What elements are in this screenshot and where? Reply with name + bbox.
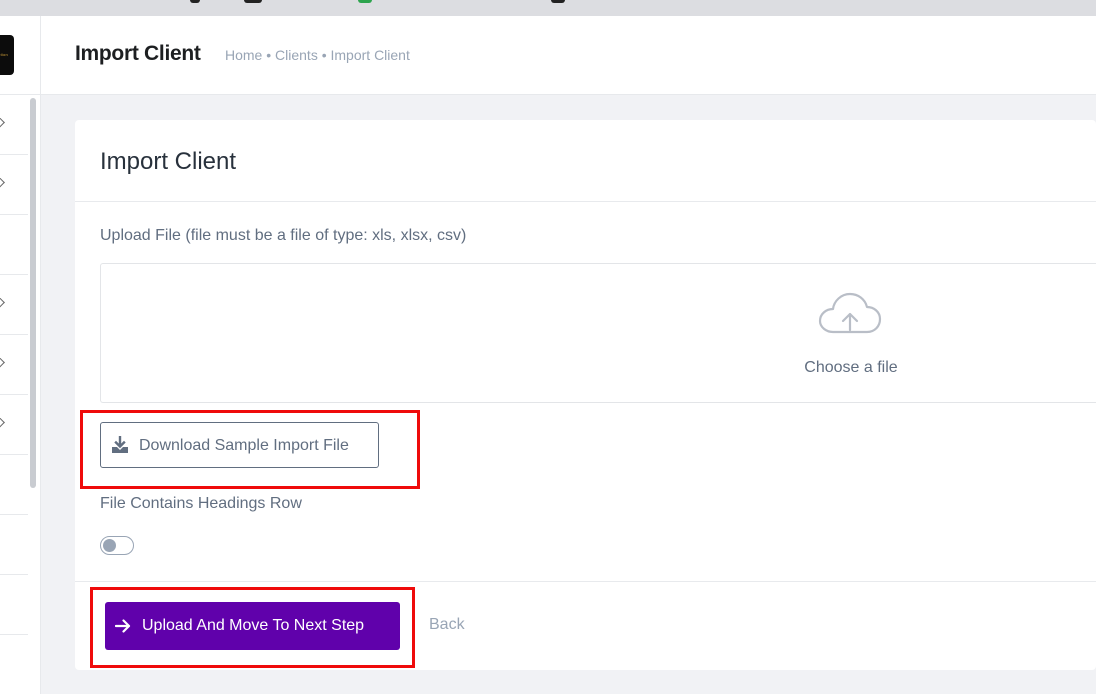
chevron-right-icon: [0, 116, 5, 129]
sidebar-scrollbar[interactable]: [30, 98, 36, 488]
arrow-right-icon: [115, 619, 131, 633]
import-card: Import Client Upload File (file must be …: [75, 120, 1096, 670]
toolbar-icon-fragment: [358, 0, 372, 3]
page-title: Import Client: [75, 42, 201, 65]
chevron-right-icon: [0, 176, 5, 189]
logo-mark: ection: [0, 52, 8, 57]
card-title: Import Client: [100, 148, 237, 175]
upload-next-step-button[interactable]: Upload And Move To Next Step: [105, 602, 400, 650]
card-divider: [75, 201, 1096, 202]
sidebar-item[interactable]: [0, 215, 28, 275]
card-footer-divider: [75, 581, 1096, 582]
chevron-right-icon: [0, 416, 5, 429]
browser-top-strip: [0, 0, 1096, 16]
file-dropzone[interactable]: Choose a file: [100, 263, 1096, 403]
sidebar-item[interactable]: [0, 395, 28, 455]
headings-row-toggle[interactable]: [100, 536, 134, 555]
download-sample-label: Download Sample Import File: [139, 437, 349, 454]
chevron-right-icon: [0, 356, 5, 369]
download-sample-button[interactable]: Download Sample Import File: [100, 422, 379, 468]
toolbar-icon-fragment: [190, 0, 200, 3]
toggle-knob: [103, 539, 116, 552]
sidebar: ection: [0, 16, 41, 694]
sidebar-item[interactable]: [0, 515, 28, 575]
back-button[interactable]: Back: [429, 616, 465, 634]
breadcrumb[interactable]: Home • Clients • Import Client: [225, 47, 410, 63]
page-header: Import Client Home • Clients • Import Cl…: [41, 16, 1096, 95]
chevron-right-icon: [0, 296, 5, 309]
sidebar-item[interactable]: [0, 575, 28, 635]
app-logo[interactable]: ection: [0, 35, 14, 75]
sidebar-item[interactable]: [0, 455, 28, 515]
download-icon: [112, 436, 128, 453]
sidebar-item[interactable]: [0, 335, 28, 395]
headings-row-label: File Contains Headings Row: [100, 495, 302, 512]
upload-file-label: Upload File (file must be a file of type…: [100, 227, 467, 244]
toolbar-icon-fragment: [244, 0, 262, 3]
sidebar-item[interactable]: [0, 95, 28, 155]
sidebar-item[interactable]: [0, 275, 28, 335]
cloud-upload-icon: [818, 292, 882, 334]
toolbar-icon-fragment: [551, 0, 565, 3]
choose-file-text[interactable]: Choose a file: [801, 359, 901, 377]
sidebar-item[interactable]: [0, 155, 28, 215]
upload-next-step-label: Upload And Move To Next Step: [142, 617, 365, 634]
